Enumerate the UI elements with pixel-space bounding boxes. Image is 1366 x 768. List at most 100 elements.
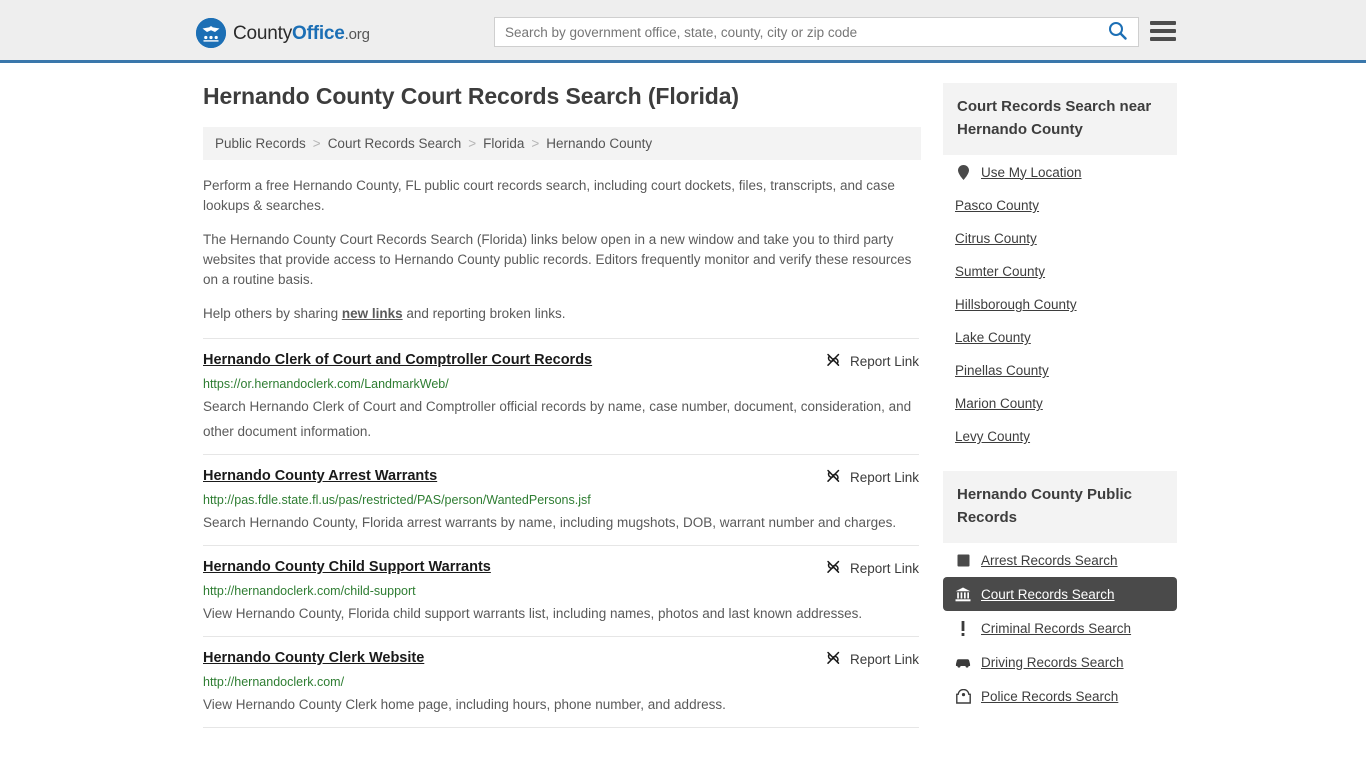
- sidebar-item-label: Marion County: [955, 396, 1043, 411]
- report-link-button[interactable]: Report Link: [825, 468, 919, 487]
- list-divider: [203, 726, 919, 728]
- record-link-description: Search Hernando County, Florida arrest w…: [203, 514, 897, 530]
- sidebar-item-use-my-location[interactable]: Use My Location: [943, 155, 1177, 189]
- record-link-url: http://hernandoclerk.com/: [203, 674, 345, 689]
- list-item: Hernando Clerk of Court and Comptroller …: [203, 337, 919, 454]
- report-link-label: Report Link: [849, 353, 919, 369]
- car-icon: [955, 654, 971, 670]
- search-icon: [1108, 21, 1127, 43]
- record-link-url: https://or.hernandoclerk.com/LandmarkWeb…: [203, 376, 449, 391]
- search-input[interactable]: [495, 18, 1096, 46]
- nearby-counties-list: Use My Location Pasco County Citrus Coun…: [943, 155, 1177, 453]
- sidebar-item-label: Criminal Records Search: [981, 620, 1132, 636]
- sidebar-item-court-records-search[interactable]: Court Records Search: [943, 577, 1177, 611]
- list-item: Arrest Records Search: [943, 543, 1177, 577]
- site-header: CountyOffice.org: [0, 0, 1366, 63]
- list-item: Marion County: [943, 387, 1177, 420]
- breadcrumb-separator: >: [468, 135, 477, 151]
- list-item: Levy County: [943, 420, 1177, 453]
- record-link-title[interactable]: Hernando County Clerk Website: [203, 649, 424, 667]
- report-link-button[interactable]: Report Link: [825, 559, 919, 578]
- sidebar-item-label: Pinellas County: [955, 363, 1049, 378]
- intro-paragraph-2: The Hernando County Court Records Search…: [203, 231, 912, 287]
- sidebar-item-pasco-county[interactable]: Pasco County: [943, 189, 1177, 222]
- help-share-line: Help others by sharing new links and rep…: [203, 304, 915, 324]
- list-item: Hernando County Child Support Warrants R…: [203, 544, 919, 636]
- page-body: Hernando County Court Records Search (Fl…: [0, 63, 1366, 728]
- sidebar-item-driving-records-search[interactable]: Driving Records Search: [943, 645, 1177, 679]
- sidebar-item-police-records-search[interactable]: Police Records Search: [943, 679, 1177, 713]
- search-button[interactable]: [1096, 18, 1138, 46]
- list-item: Citrus County: [943, 222, 1177, 255]
- breadcrumb-separator: >: [312, 135, 321, 151]
- broken-link-icon: [825, 559, 842, 578]
- list-item: Hernando County Arrest Warrants Report L…: [203, 453, 919, 545]
- hamburger-menu-icon[interactable]: [1150, 20, 1176, 42]
- sidebar-item-lake-county[interactable]: Lake County: [943, 321, 1177, 354]
- record-links-list: Hernando Clerk of Court and Comptroller …: [203, 337, 921, 728]
- sidebar-item-label: Sumter County: [955, 264, 1046, 279]
- sidebar-item-label: Police Records Search: [981, 688, 1119, 704]
- help-text-before: Help others by sharing: [203, 305, 342, 321]
- record-link-title[interactable]: Hernando Clerk of Court and Comptroller …: [203, 351, 592, 369]
- broken-link-icon: [825, 352, 842, 371]
- logo-text-office: Office: [292, 22, 345, 44]
- sidebar-item-sumter-county[interactable]: Sumter County: [943, 255, 1177, 288]
- record-link-url: http://pas.fdle.state.fl.us/pas/restrict…: [203, 492, 591, 507]
- sidebar-item-label: Levy County: [955, 429, 1031, 444]
- breadcrumb-item-hernando-county: Hernando County: [546, 135, 653, 151]
- sidebar-item-label: Court Records Search: [981, 586, 1115, 602]
- sidebar-item-levy-county[interactable]: Levy County: [943, 420, 1177, 453]
- exclamation-icon: [955, 620, 971, 636]
- sidebar-item-criminal-records-search[interactable]: Criminal Records Search: [943, 611, 1177, 645]
- sidebar-heading-nearby: Court Records Search near Hernando Count…: [943, 83, 1177, 155]
- record-link-description: View Hernando County Clerk home page, in…: [203, 696, 726, 712]
- site-logo[interactable]: CountyOffice.org: [196, 18, 370, 48]
- sidebar-item-label: Lake County: [955, 330, 1031, 345]
- sidebar-item-label: Hillsborough County: [955, 297, 1077, 312]
- sidebar-item-label: Use My Location: [981, 164, 1082, 180]
- public-records-list: Arrest Records Search Court Records Sear…: [943, 543, 1177, 713]
- list-item: Lake County: [943, 321, 1177, 354]
- record-link-url: http://hernandoclerk.com/child-support: [203, 583, 416, 598]
- broken-link-icon: [825, 650, 842, 669]
- list-item: Pinellas County: [943, 354, 1177, 387]
- breadcrumb: Public Records > Court Records Search > …: [203, 126, 921, 160]
- list-item: Pasco County: [943, 189, 1177, 222]
- intro-paragraph-1: Perform a free Hernando County, FL publi…: [203, 177, 895, 213]
- map-pin-icon: [955, 164, 971, 180]
- logo-text-org: .org: [344, 25, 370, 43]
- new-links-link[interactable]: new links: [342, 306, 403, 321]
- record-link-title[interactable]: Hernando County Child Support Warrants: [203, 558, 491, 576]
- sidebar-item-marion-county[interactable]: Marion County: [943, 387, 1177, 420]
- page-title: Hernando County Court Records Search (Fl…: [203, 83, 739, 109]
- search-bar[interactable]: [494, 17, 1139, 47]
- breadcrumb-item-florida[interactable]: Florida: [483, 136, 524, 151]
- list-item: Police Records Search: [943, 679, 1177, 713]
- sidebar-item-pinellas-county[interactable]: Pinellas County: [943, 354, 1177, 387]
- record-link-title[interactable]: Hernando County Arrest Warrants: [203, 467, 437, 485]
- help-text-after: and reporting broken links.: [402, 305, 566, 321]
- list-item: Driving Records Search: [943, 645, 1177, 679]
- sidebar-heading-public-records: Hernando County Public Records: [943, 471, 1177, 543]
- sidebar-item-label: Citrus County: [955, 231, 1037, 246]
- eagle-seal-icon: [196, 18, 226, 48]
- main-content: Hernando County Court Records Search (Fl…: [193, 83, 921, 728]
- report-link-button[interactable]: Report Link: [825, 650, 919, 669]
- sidebar-item-label: Driving Records Search: [981, 654, 1124, 670]
- report-link-label: Report Link: [849, 560, 919, 576]
- courthouse-icon: [955, 586, 971, 602]
- breadcrumb-item-public-records[interactable]: Public Records: [215, 136, 306, 151]
- logo-wordmark: CountyOffice.org: [233, 24, 370, 43]
- list-item: Hillsborough County: [943, 288, 1177, 321]
- report-link-button[interactable]: Report Link: [825, 352, 919, 371]
- list-item: Sumter County: [943, 255, 1177, 288]
- logo-text-county: County: [233, 22, 293, 44]
- sidebar-item-hillsborough-county[interactable]: Hillsborough County: [943, 288, 1177, 321]
- sidebar: Court Records Search near Hernando Count…: [943, 83, 1177, 728]
- sidebar-item-label: Arrest Records Search: [981, 552, 1118, 568]
- sidebar-item-arrest-records-search[interactable]: Arrest Records Search: [943, 543, 1177, 577]
- breadcrumb-item-court-records-search[interactable]: Court Records Search: [328, 136, 462, 151]
- list-item: Criminal Records Search: [943, 611, 1177, 645]
- sidebar-item-citrus-county[interactable]: Citrus County: [943, 222, 1177, 255]
